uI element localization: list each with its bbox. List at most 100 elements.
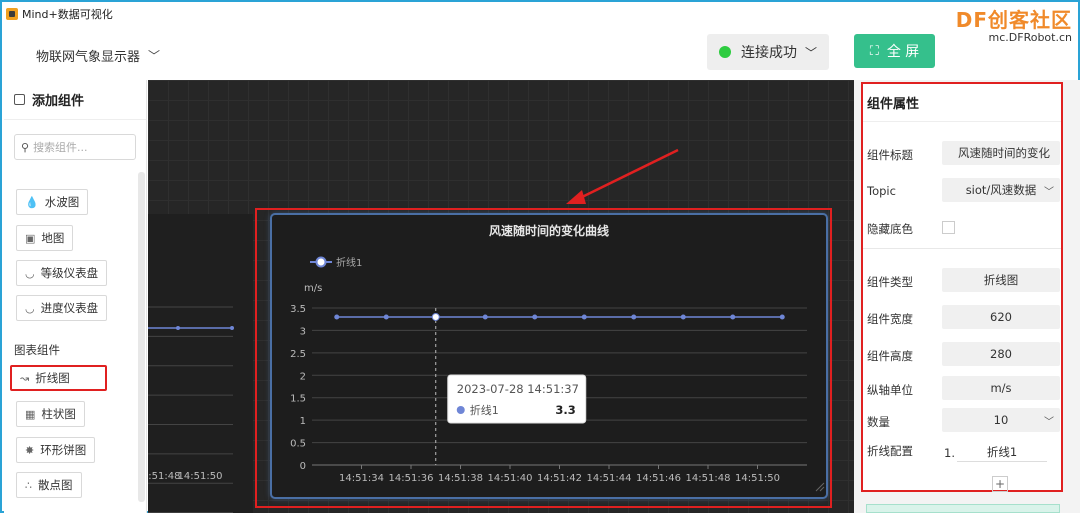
- component-line-chart[interactable]: ↝ 折线图: [10, 365, 107, 391]
- line-name-input[interactable]: 折线1: [957, 442, 1047, 462]
- component-bar-chart[interactable]: ▦ 柱状图: [16, 401, 85, 427]
- component-label: 折线图: [35, 371, 70, 385]
- chart-section-label: 图表组件: [14, 343, 60, 357]
- water-drop-icon: 💧: [25, 195, 39, 209]
- line-index: 1.: [944, 446, 955, 460]
- dashboard-canvas[interactable]: 14:51:4814:51:50 风速随时间的变化曲线折线1m/s00.511.…: [136, 80, 854, 513]
- component-label: 地图: [41, 231, 65, 245]
- title-label: 组件标题: [867, 148, 913, 162]
- properties-box: 组件属性 组件标题 风速随时间的变化 Topic siot/风速数据 ﹀ 隐藏底…: [861, 82, 1063, 492]
- y-tick-label: 0: [300, 461, 306, 472]
- x-tick-label: 14:51:42: [537, 473, 582, 484]
- x-tick-label: 14:51:40: [488, 473, 533, 484]
- y-tick-label: 3: [300, 326, 306, 337]
- type-value: 折线图: [942, 268, 1060, 292]
- fullscreen-button[interactable]: ⛶ 全 屏: [854, 34, 935, 68]
- data-point: [779, 314, 785, 320]
- bg-data-point: [176, 326, 180, 330]
- y-tick-label: 2: [300, 371, 306, 382]
- x-tick-label: 14:51:46: [636, 473, 681, 484]
- app-icon: [6, 8, 18, 20]
- count-label: 数量: [867, 415, 890, 429]
- chart-title: 风速随时间的变化曲线: [489, 223, 609, 238]
- line-chart-card[interactable]: 风速随时间的变化曲线折线1 m/s 0 0.5 1 1.5 2 2.5 3 3.5 14:51:34…: [270, 213, 828, 499]
- chevron-down-icon: ﹀: [1044, 186, 1054, 198]
- hide-bg-label: 隐藏底色: [867, 222, 913, 236]
- header: 物联网气象显示器 ﹀ 连接成功 ﹀ ⛶ 全 屏: [2, 32, 1078, 76]
- x-tick-label: 14:51:44: [587, 473, 632, 484]
- data-point: [482, 314, 488, 320]
- component-donut-chart[interactable]: ✸ 环形饼图: [16, 437, 96, 463]
- data-point: [431, 312, 440, 321]
- data-point: [730, 314, 736, 320]
- donut-chart-icon: ✸: [25, 443, 35, 457]
- chevron-down-icon: ﹀: [148, 49, 161, 63]
- y-tick-label: 0.5: [290, 439, 306, 450]
- component-label: 环形饼图: [40, 443, 87, 457]
- width-label: 组件宽度: [867, 312, 913, 326]
- fullscreen-icon: ⛶: [869, 43, 879, 59]
- component-panel-icon: [14, 94, 25, 105]
- component-water-wave[interactable]: 💧 水波图: [16, 189, 89, 215]
- map-icon: ▣: [25, 231, 36, 245]
- y-tick-label: 2.5: [290, 349, 306, 360]
- project-selector[interactable]: 物联网气象显示器 ﹀: [36, 46, 160, 65]
- project-name: 物联网气象显示器: [36, 50, 141, 65]
- app-window: Mind+数据可视化 DF创客社区 mc.DFRobot.cn 物联网气象显示器…: [0, 0, 1080, 513]
- line-config-label: 折线配置: [867, 444, 913, 458]
- topic-select[interactable]: siot/风速数据 ﹀: [942, 178, 1060, 202]
- status-dot-icon: [718, 46, 731, 58]
- unit-input[interactable]: m/s: [942, 376, 1060, 400]
- title-input[interactable]: 风速随时间的变化: [942, 141, 1060, 165]
- line-chart-icon: ↝: [20, 371, 30, 385]
- component-label: 柱状图: [41, 407, 76, 421]
- legend-label: 折线1: [336, 256, 362, 269]
- background-chart-card[interactable]: 14:51:4814:51:50: [136, 214, 253, 513]
- app-title: Mind+数据可视化: [22, 8, 113, 21]
- component-label: 散点图: [38, 478, 73, 492]
- connection-status-button[interactable]: 连接成功 ﹀: [707, 34, 829, 70]
- count-select[interactable]: 10 ﹀: [942, 408, 1060, 432]
- y-tick-label: 1.5: [290, 394, 306, 405]
- bg-x-tick-label: 14:51:50: [178, 471, 223, 482]
- width-input[interactable]: 620: [942, 305, 1060, 329]
- red-arrow-annotation: [566, 148, 679, 204]
- data-point: [680, 314, 686, 320]
- panel-title: 添加组件: [4, 80, 146, 120]
- add-line-button[interactable]: +: [992, 476, 1008, 492]
- progress-gauge-icon: ◡: [25, 301, 35, 315]
- component-map[interactable]: ▣ 地图: [16, 225, 74, 251]
- x-tick-label: 14:51:34: [339, 473, 384, 484]
- properties-panel: 组件属性 组件标题 风速随时间的变化 Topic siot/风速数据 ﹀ 隐藏底…: [854, 80, 1080, 513]
- topic-value: siot/风速数据: [965, 183, 1037, 197]
- y-tick-label: 1: [300, 416, 306, 427]
- bottom-action-strip[interactable]: [866, 504, 1060, 513]
- component-level-gauge[interactable]: ◡ 等级仪表盘: [16, 260, 108, 286]
- bar-chart-icon: ▦: [25, 407, 36, 421]
- height-input[interactable]: 280: [942, 342, 1060, 366]
- connection-status-label: 连接成功: [740, 45, 797, 61]
- y-axis-unit: m/s: [304, 283, 322, 294]
- component-label: 进度仪表盘: [40, 301, 99, 315]
- type-label: 组件类型: [867, 275, 913, 289]
- panel-title-text: 添加组件: [32, 94, 85, 109]
- x-tick-label: 14:51:50: [735, 473, 780, 484]
- chevron-down-icon: ﹀: [1044, 416, 1054, 428]
- y-tick-label: 3.5: [290, 304, 306, 315]
- hide-bg-checkbox[interactable]: [942, 221, 955, 234]
- search-placeholder: 搜索组件...: [33, 141, 88, 154]
- component-search-input[interactable]: ⚲ 搜索组件...: [14, 134, 136, 160]
- component-scatter-chart[interactable]: ∴ 散点图: [16, 472, 82, 498]
- count-value: 10: [993, 413, 1009, 427]
- search-icon: ⚲: [21, 140, 30, 154]
- component-progress-gauge[interactable]: ◡ 进度仪表盘: [16, 295, 108, 321]
- resize-handle-icon: [815, 482, 825, 492]
- topic-label: Topic: [867, 184, 896, 198]
- x-tick-label: 14:51:36: [389, 473, 434, 484]
- properties-title: 组件属性: [863, 84, 1061, 122]
- bg-data-point: [230, 326, 234, 330]
- data-point: [631, 314, 637, 320]
- line-chart-svg: 风速随时间的变化曲线折线1 m/s 0 0.5 1 1.5 2 2.5 3 3.5 14:51:34…: [290, 223, 825, 492]
- bg-x-tick-label: 14:51:48: [148, 471, 180, 482]
- panel-scrollbar[interactable]: [138, 172, 145, 502]
